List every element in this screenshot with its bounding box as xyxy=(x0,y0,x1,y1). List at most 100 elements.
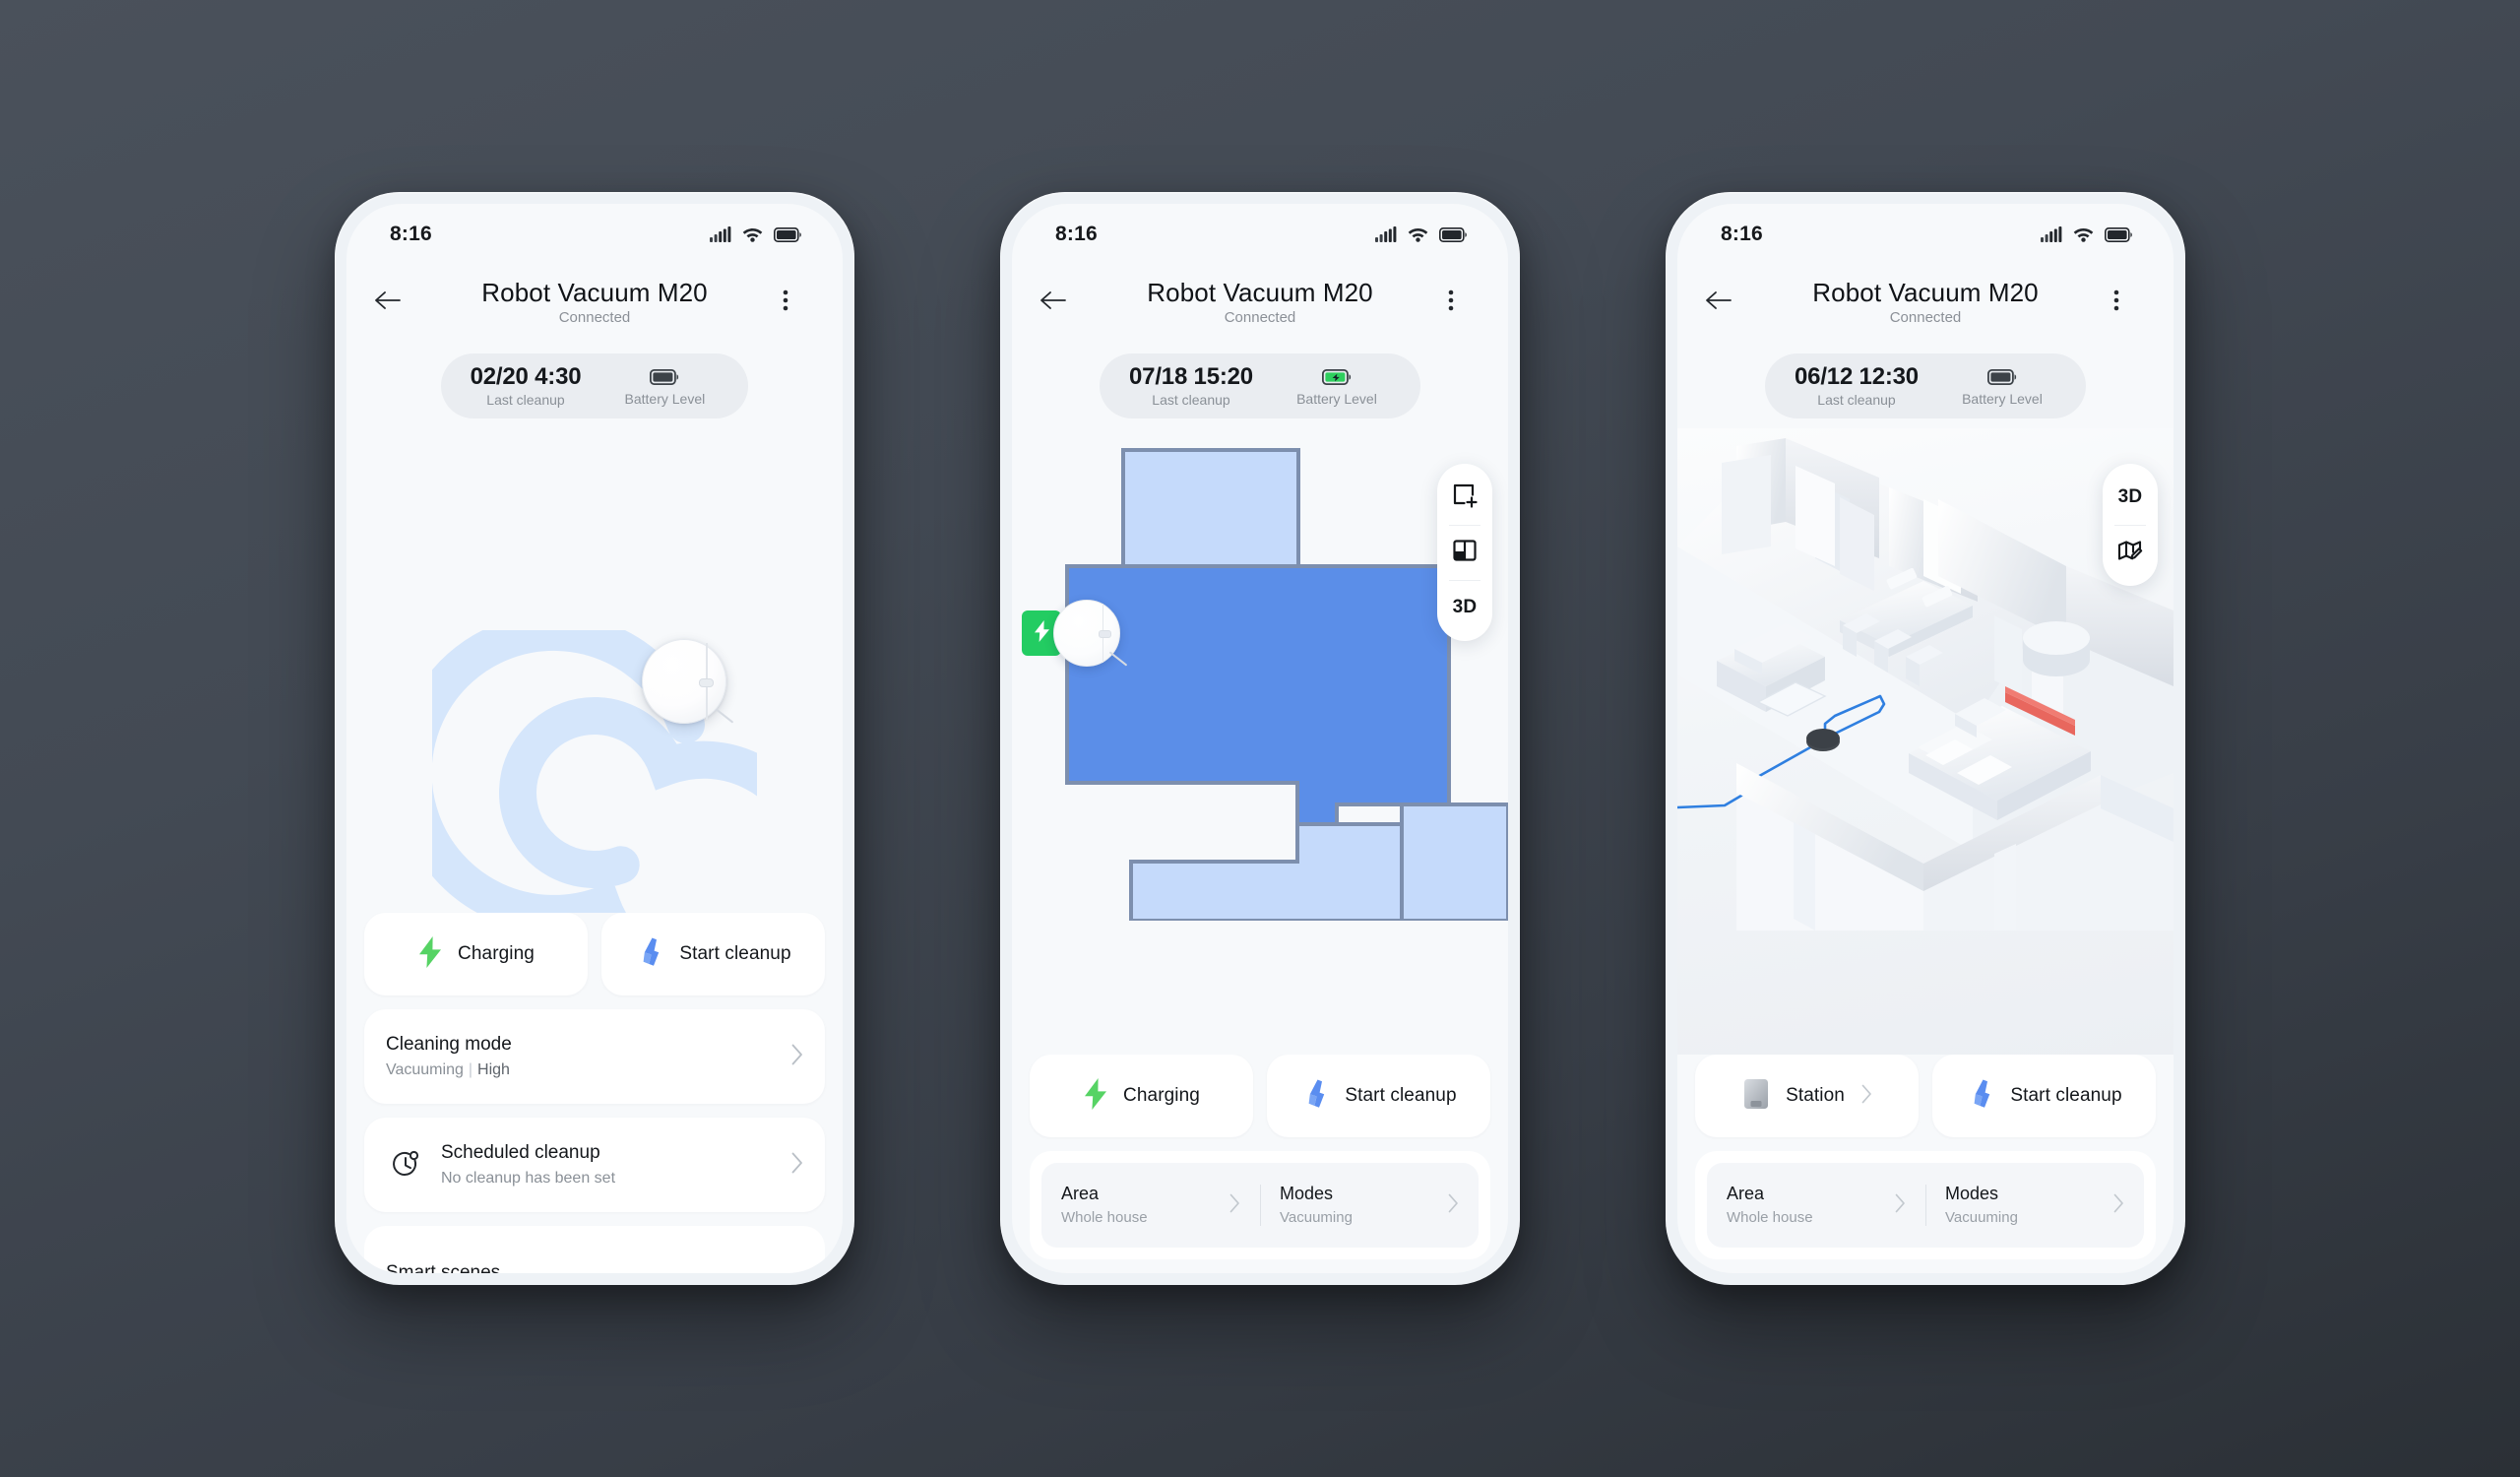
scheduled-cleanup-subtitle: No cleanup has been set xyxy=(441,1170,616,1188)
split-room-button[interactable] xyxy=(1437,525,1492,580)
add-zone-button[interactable] xyxy=(1437,470,1492,525)
status-time: 8:16 xyxy=(1055,223,1098,245)
start-cleanup-label: Start cleanup xyxy=(2010,1085,2122,1106)
robot-vacuum-icon[interactable] xyxy=(1053,600,1128,667)
start-cleanup-label: Start cleanup xyxy=(679,943,791,964)
status-time: 8:16 xyxy=(390,223,432,245)
brush-icon xyxy=(1966,1078,1995,1115)
status-time: 8:16 xyxy=(1721,223,1763,245)
more-vertical-icon xyxy=(1448,289,1454,317)
view-3d-button[interactable]: 3D xyxy=(1437,580,1492,635)
start-cleanup-button[interactable]: Start cleanup xyxy=(1267,1055,1490,1137)
smart-scenes-title: Smart scenes xyxy=(386,1262,501,1273)
battery-icon xyxy=(2105,226,2132,242)
overflow-menu-button[interactable] xyxy=(1423,275,1479,330)
phone-idle: 8:16 Robot Vacuum M20 Connected 02/20 4:… xyxy=(335,192,854,1285)
back-button[interactable] xyxy=(1026,275,1081,330)
cleaning-mode-power: High xyxy=(477,1061,510,1079)
station-button[interactable]: Station xyxy=(1695,1055,1919,1137)
app-header: Robot Vacuum M20 Connected xyxy=(346,265,843,340)
overflow-menu-button[interactable] xyxy=(758,275,813,330)
schedule-clock-icon xyxy=(386,1148,425,1182)
cleaning-mode-row[interactable]: Cleaning mode Vacuuming | High xyxy=(364,1009,825,1104)
battery-level-label: Battery Level xyxy=(1962,390,2043,407)
hero-map-3d-area[interactable]: 3D xyxy=(1677,428,2174,1055)
header-title-block: Robot Vacuum M20 Connected xyxy=(1097,277,1423,327)
info-pill-row: 07/18 15:20 Last cleanup Battery Level xyxy=(1012,340,1508,428)
battery-icon xyxy=(1439,226,1467,242)
action-row: Charging Start cleanup xyxy=(364,913,825,995)
area-modes-card: Area Whole house Modes Vacuuming xyxy=(1695,1151,2156,1259)
modes-selector[interactable]: Modes Vacuuming xyxy=(1260,1163,1479,1248)
view-3d-button[interactable]: 3D xyxy=(2103,470,2158,525)
station-label: Station xyxy=(1786,1085,1845,1106)
back-button[interactable] xyxy=(360,275,415,330)
cellular-signal-icon xyxy=(710,226,731,242)
phone-screen: 8:16 xyxy=(1677,204,2174,1273)
chevron-right-icon xyxy=(791,1044,803,1070)
map-tool-rail: 3D xyxy=(2103,464,2158,586)
area-selector[interactable]: Area Whole house xyxy=(1707,1163,1925,1248)
map-rooms-svg xyxy=(1065,448,1508,921)
split-layout-icon xyxy=(1452,538,1478,568)
area-selector[interactable]: Area Whole house xyxy=(1041,1163,1260,1248)
page-title: Robot Vacuum M20 xyxy=(1812,277,2039,307)
action-row: Charging Start cleanup xyxy=(1030,1055,1490,1137)
action-row: Station Start cleanup xyxy=(1695,1055,2156,1137)
bolt-icon xyxy=(417,935,443,973)
phone-mockup-stage: 8:16 Robot Vacuum M20 Connected 02/20 4:… xyxy=(0,0,2520,1477)
chevron-right-icon xyxy=(791,1152,803,1179)
last-cleanup-label: Last cleanup xyxy=(486,391,565,408)
phone-map3d: 8:16 Robot Vacuum M20 Connected 06/12 12… xyxy=(1666,192,2185,1285)
square-plus-icon xyxy=(1452,482,1478,513)
map-edit-icon xyxy=(2117,538,2144,568)
modes-value: Vacuuming xyxy=(1945,1208,2018,1226)
connection-status: Connected xyxy=(558,308,631,326)
scheduled-cleanup-text: Scheduled cleanup No cleanup has been se… xyxy=(441,1142,791,1188)
overflow-menu-button[interactable] xyxy=(2089,275,2144,330)
start-cleanup-button[interactable]: Start cleanup xyxy=(1932,1055,2156,1137)
info-pill-row: 06/12 12:30 Last cleanup Battery Level xyxy=(1677,340,2174,428)
edit-map-button[interactable] xyxy=(2103,525,2158,580)
isometric-home-svg xyxy=(1677,438,2174,931)
area-modes-card: Area Whole house Modes Vacuuming xyxy=(1030,1151,1490,1259)
cleaning-spiral-illustration xyxy=(394,612,831,913)
app-header: Robot Vacuum M20 Connected xyxy=(1012,265,1508,340)
last-cleanup-block: 06/12 12:30 Last cleanup xyxy=(1795,364,1919,408)
floorplan-map-2d[interactable]: 3D xyxy=(1012,428,1508,1055)
chevron-right-icon xyxy=(1895,1193,1906,1218)
area-text: Area Whole house xyxy=(1061,1184,1220,1227)
last-cleanup-value: 06/12 12:30 xyxy=(1795,363,1919,391)
last-cleanup-label: Last cleanup xyxy=(1817,391,1896,408)
phone-screen: 8:16 xyxy=(346,204,843,1273)
start-cleanup-button[interactable]: Start cleanup xyxy=(601,913,825,995)
modes-title: Modes xyxy=(1945,1184,1999,1204)
modes-selector[interactable]: Modes Vacuuming xyxy=(1925,1163,2144,1248)
last-cleanup-value: 02/20 4:30 xyxy=(470,363,582,391)
page-title: Robot Vacuum M20 xyxy=(1147,277,1373,307)
view-3d-label: 3D xyxy=(1452,597,1478,617)
battery-level-block: Battery Level xyxy=(1948,365,2056,407)
floorplan-render-3d[interactable]: 3D xyxy=(1677,428,2174,1055)
status-bar: 8:16 xyxy=(1677,204,2174,265)
last-cleanup-label: Last cleanup xyxy=(1152,391,1230,408)
area-modes-inner: Area Whole house Modes Vacuuming xyxy=(1707,1163,2144,1248)
battery-charging-icon xyxy=(1283,365,1391,389)
station-icon xyxy=(1741,1077,1771,1116)
scheduled-cleanup-row[interactable]: Scheduled cleanup No cleanup has been se… xyxy=(364,1118,825,1212)
back-button[interactable] xyxy=(1691,275,1746,330)
status-bar: 8:16 xyxy=(1012,204,1508,265)
header-title-block: Robot Vacuum M20 Connected xyxy=(1762,277,2089,327)
smart-scenes-row[interactable]: Smart scenes xyxy=(364,1226,825,1273)
charging-status-card[interactable]: Charging xyxy=(1030,1055,1253,1137)
hero-map-2d-area[interactable]: 3D xyxy=(1012,428,1508,1055)
brush-icon xyxy=(635,936,664,973)
cleaning-mode-type: Vacuuming xyxy=(386,1061,464,1079)
area-title: Area xyxy=(1061,1184,1100,1204)
arrow-left-icon xyxy=(1704,289,1733,317)
battery-icon xyxy=(1948,365,2056,389)
page-title: Robot Vacuum M20 xyxy=(481,277,708,307)
battery-icon xyxy=(610,365,719,389)
charging-status-card[interactable]: Charging xyxy=(364,913,588,995)
bottom-controls: Charging Start cleanup Area Whole house … xyxy=(1012,1055,1508,1273)
